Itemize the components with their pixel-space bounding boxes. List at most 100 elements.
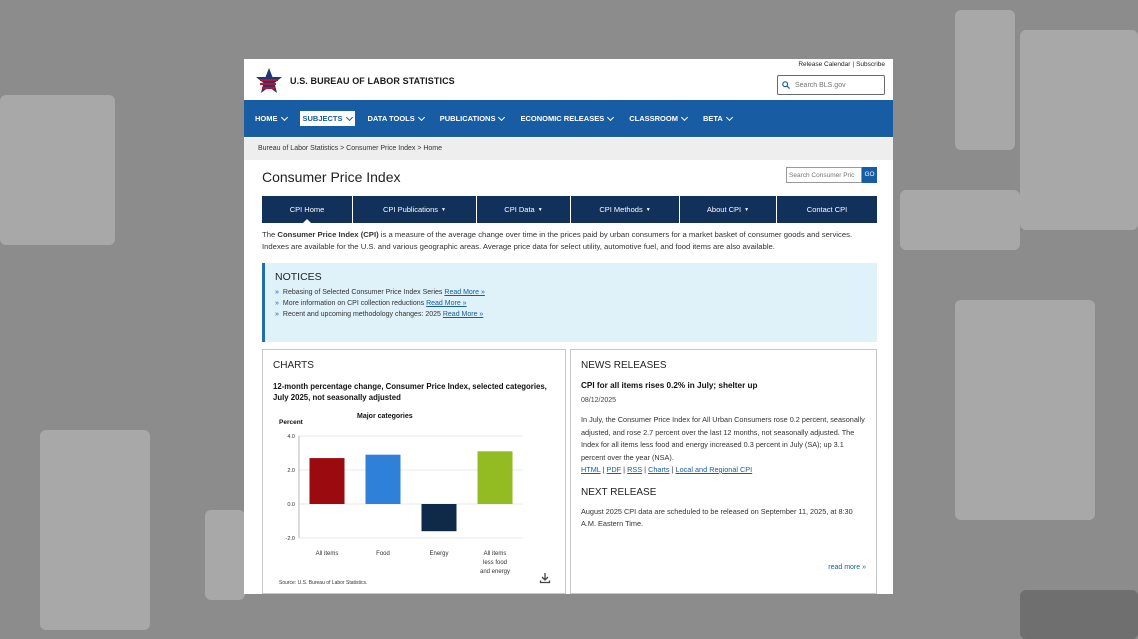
tab-label: CPI Publications <box>383 205 439 214</box>
site-search[interactable] <box>777 75 885 95</box>
x-tick-label: and energy <box>480 569 510 575</box>
read-more-link[interactable]: Read More » <box>443 311 483 318</box>
cpi-search-input[interactable] <box>786 167 862 183</box>
caret-down-icon: ▼ <box>645 206 651 213</box>
intro-bold: Consumer Price Index (CPI) <box>277 230 379 239</box>
nav-label: CLASSROOM <box>629 114 678 123</box>
bar-0 <box>309 458 345 504</box>
caret-down-icon: ▼ <box>744 206 750 213</box>
notice-item: » Rebasing of Selected Consumer Price Ind… <box>275 289 867 296</box>
search-input[interactable] <box>793 80 877 90</box>
bar-3 <box>477 451 513 504</box>
caret-down-icon: ▼ <box>537 206 543 213</box>
nav-classroom[interactable]: CLASSROOM <box>626 111 690 126</box>
y-tick-label: 4.0 <box>287 434 295 440</box>
nav-label: HOME <box>255 114 278 123</box>
tab-label: About CPI <box>706 205 742 214</box>
subscribe-link[interactable]: Subscribe <box>856 61 885 68</box>
tab-label: Contact CPI <box>806 205 848 214</box>
charts-link[interactable]: Charts <box>648 465 670 474</box>
background-block <box>955 10 1015 150</box>
cpi-search: GO <box>786 167 877 183</box>
notices-heading: NOTICES <box>275 271 322 283</box>
go-button[interactable]: GO <box>862 167 877 183</box>
y-axis-label: Percent <box>279 419 304 426</box>
main-nav: HOME SUBJECTS DATA TOOLS PUBLICATIONS EC… <box>244 100 893 137</box>
local-regional-cpi-link[interactable]: Local and Regional CPI <box>676 465 753 474</box>
background-block <box>900 190 1020 250</box>
bar-2 <box>421 504 457 532</box>
notice-text: Recent and upcoming methodology changes:… <box>282 311 441 318</box>
background-block <box>955 300 1095 520</box>
notice-item: » More information on CPI collection redu… <box>275 300 867 307</box>
chevron-down-icon <box>345 113 353 121</box>
nav-label: PUBLICATIONS <box>439 114 496 123</box>
bls-page: U.S. BUREAU OF LABOR STATISTICS Release … <box>244 59 893 594</box>
chevron-down-icon <box>280 113 288 121</box>
background-block <box>40 430 150 630</box>
download-icon[interactable] <box>539 572 551 584</box>
news-links: HTML | PDF | RSS | Charts | Local and Re… <box>581 465 753 474</box>
x-tick-label: All items <box>316 551 339 557</box>
background-block <box>1020 590 1138 639</box>
charts-panel: CHARTS 12-month percentage change, Consu… <box>262 349 566 594</box>
background-block <box>1020 30 1138 230</box>
tab-about-cpi[interactable]: About CPI ▼ <box>680 196 777 223</box>
tab-cpi-home[interactable]: CPI Home <box>262 196 353 224</box>
nav-home[interactable]: HOME <box>252 111 290 126</box>
y-tick-label: 0.0 <box>287 502 295 508</box>
nav-label: BETA <box>702 114 723 123</box>
breadcrumb[interactable]: Bureau of Labor Statistics > Consumer Pr… <box>244 138 893 160</box>
chart-subtitle: Major categories <box>357 413 413 420</box>
chevron-down-icon <box>417 113 425 121</box>
charts-heading: CHARTS <box>273 360 314 371</box>
x-tick-label: Energy <box>429 551 448 557</box>
release-calendar-link[interactable]: Release Calendar <box>798 61 850 68</box>
read-more-link[interactable]: read more » <box>828 564 866 571</box>
bls-logo[interactable]: U.S. BUREAU OF LABOR STATISTICS <box>254 63 455 99</box>
nav-data-tools[interactable]: DATA TOOLS <box>365 111 427 126</box>
nav-subjects[interactable]: SUBJECTS <box>299 111 355 126</box>
pdf-link[interactable]: PDF <box>607 465 622 474</box>
tab-cpi-data[interactable]: CPI Data ▼ <box>477 196 571 223</box>
html-link[interactable]: HTML <box>581 465 601 474</box>
double-arrow-icon: » <box>275 289 279 296</box>
news-heading: NEWS RELEASES <box>581 360 667 371</box>
background-block <box>205 510 245 600</box>
tab-cpi-publications[interactable]: CPI Publications ▼ <box>353 196 477 223</box>
chevron-down-icon <box>725 113 733 121</box>
tab-label: CPI Methods <box>599 205 643 214</box>
nav-beta[interactable]: BETA <box>700 111 735 126</box>
notice-item: » Recent and upcoming methodology changes… <box>275 311 867 318</box>
read-more-link[interactable]: Read More » <box>426 300 466 307</box>
nav-label: ECONOMIC RELEASES <box>520 114 605 123</box>
x-tick-label: less food <box>483 560 507 566</box>
read-more-link[interactable]: Read More » <box>444 289 484 296</box>
nav-publications[interactable]: PUBLICATIONS <box>437 111 508 126</box>
news-release-date: 08/12/2025 <box>581 397 617 404</box>
intro-prefix: The <box>262 230 278 239</box>
nav-label: DATA TOOLS <box>367 114 415 123</box>
bar-1 <box>365 454 401 504</box>
x-tick-label: All items <box>484 551 507 557</box>
tab-label: CPI Data <box>504 205 535 214</box>
nav-label: SUBJECTS <box>302 114 343 123</box>
rss-link[interactable]: RSS <box>627 465 642 474</box>
news-release-body: In July, the Consumer Price Index for Al… <box>581 414 866 477</box>
y-tick-label: 2.0 <box>287 468 295 474</box>
cpi-intro: The Consumer Price Index (CPI) is a meas… <box>262 229 877 253</box>
cpi-subnav: CPI Home CPI Publications ▼ CPI Data ▼ CPI… <box>262 196 877 224</box>
double-arrow-icon: » <box>275 300 279 307</box>
y-tick-label: -2.0 <box>286 536 295 542</box>
notice-text: Rebasing of Selected Consumer Price Inde… <box>282 289 443 296</box>
news-release-title[interactable]: CPI for all items rises 0.2% in July; sh… <box>581 381 866 390</box>
nav-economic-releases[interactable]: ECONOMIC RELEASES <box>517 111 616 126</box>
cpi-bar-chart[interactable]: Major categories Percent 4.0 2.0 0.0 -2.0 All … <box>271 412 541 580</box>
top-links: Release Calendar | Subscribe <box>798 61 885 68</box>
news-panel: NEWS RELEASES CPI for all items rises 0.… <box>570 349 877 594</box>
search-icon[interactable] <box>782 81 790 89</box>
chevron-down-icon <box>498 113 506 121</box>
star-logo-icon <box>256 68 282 93</box>
tab-contact-cpi[interactable]: Contact CPI <box>777 196 877 223</box>
tab-cpi-methods[interactable]: CPI Methods ▼ <box>571 196 680 223</box>
